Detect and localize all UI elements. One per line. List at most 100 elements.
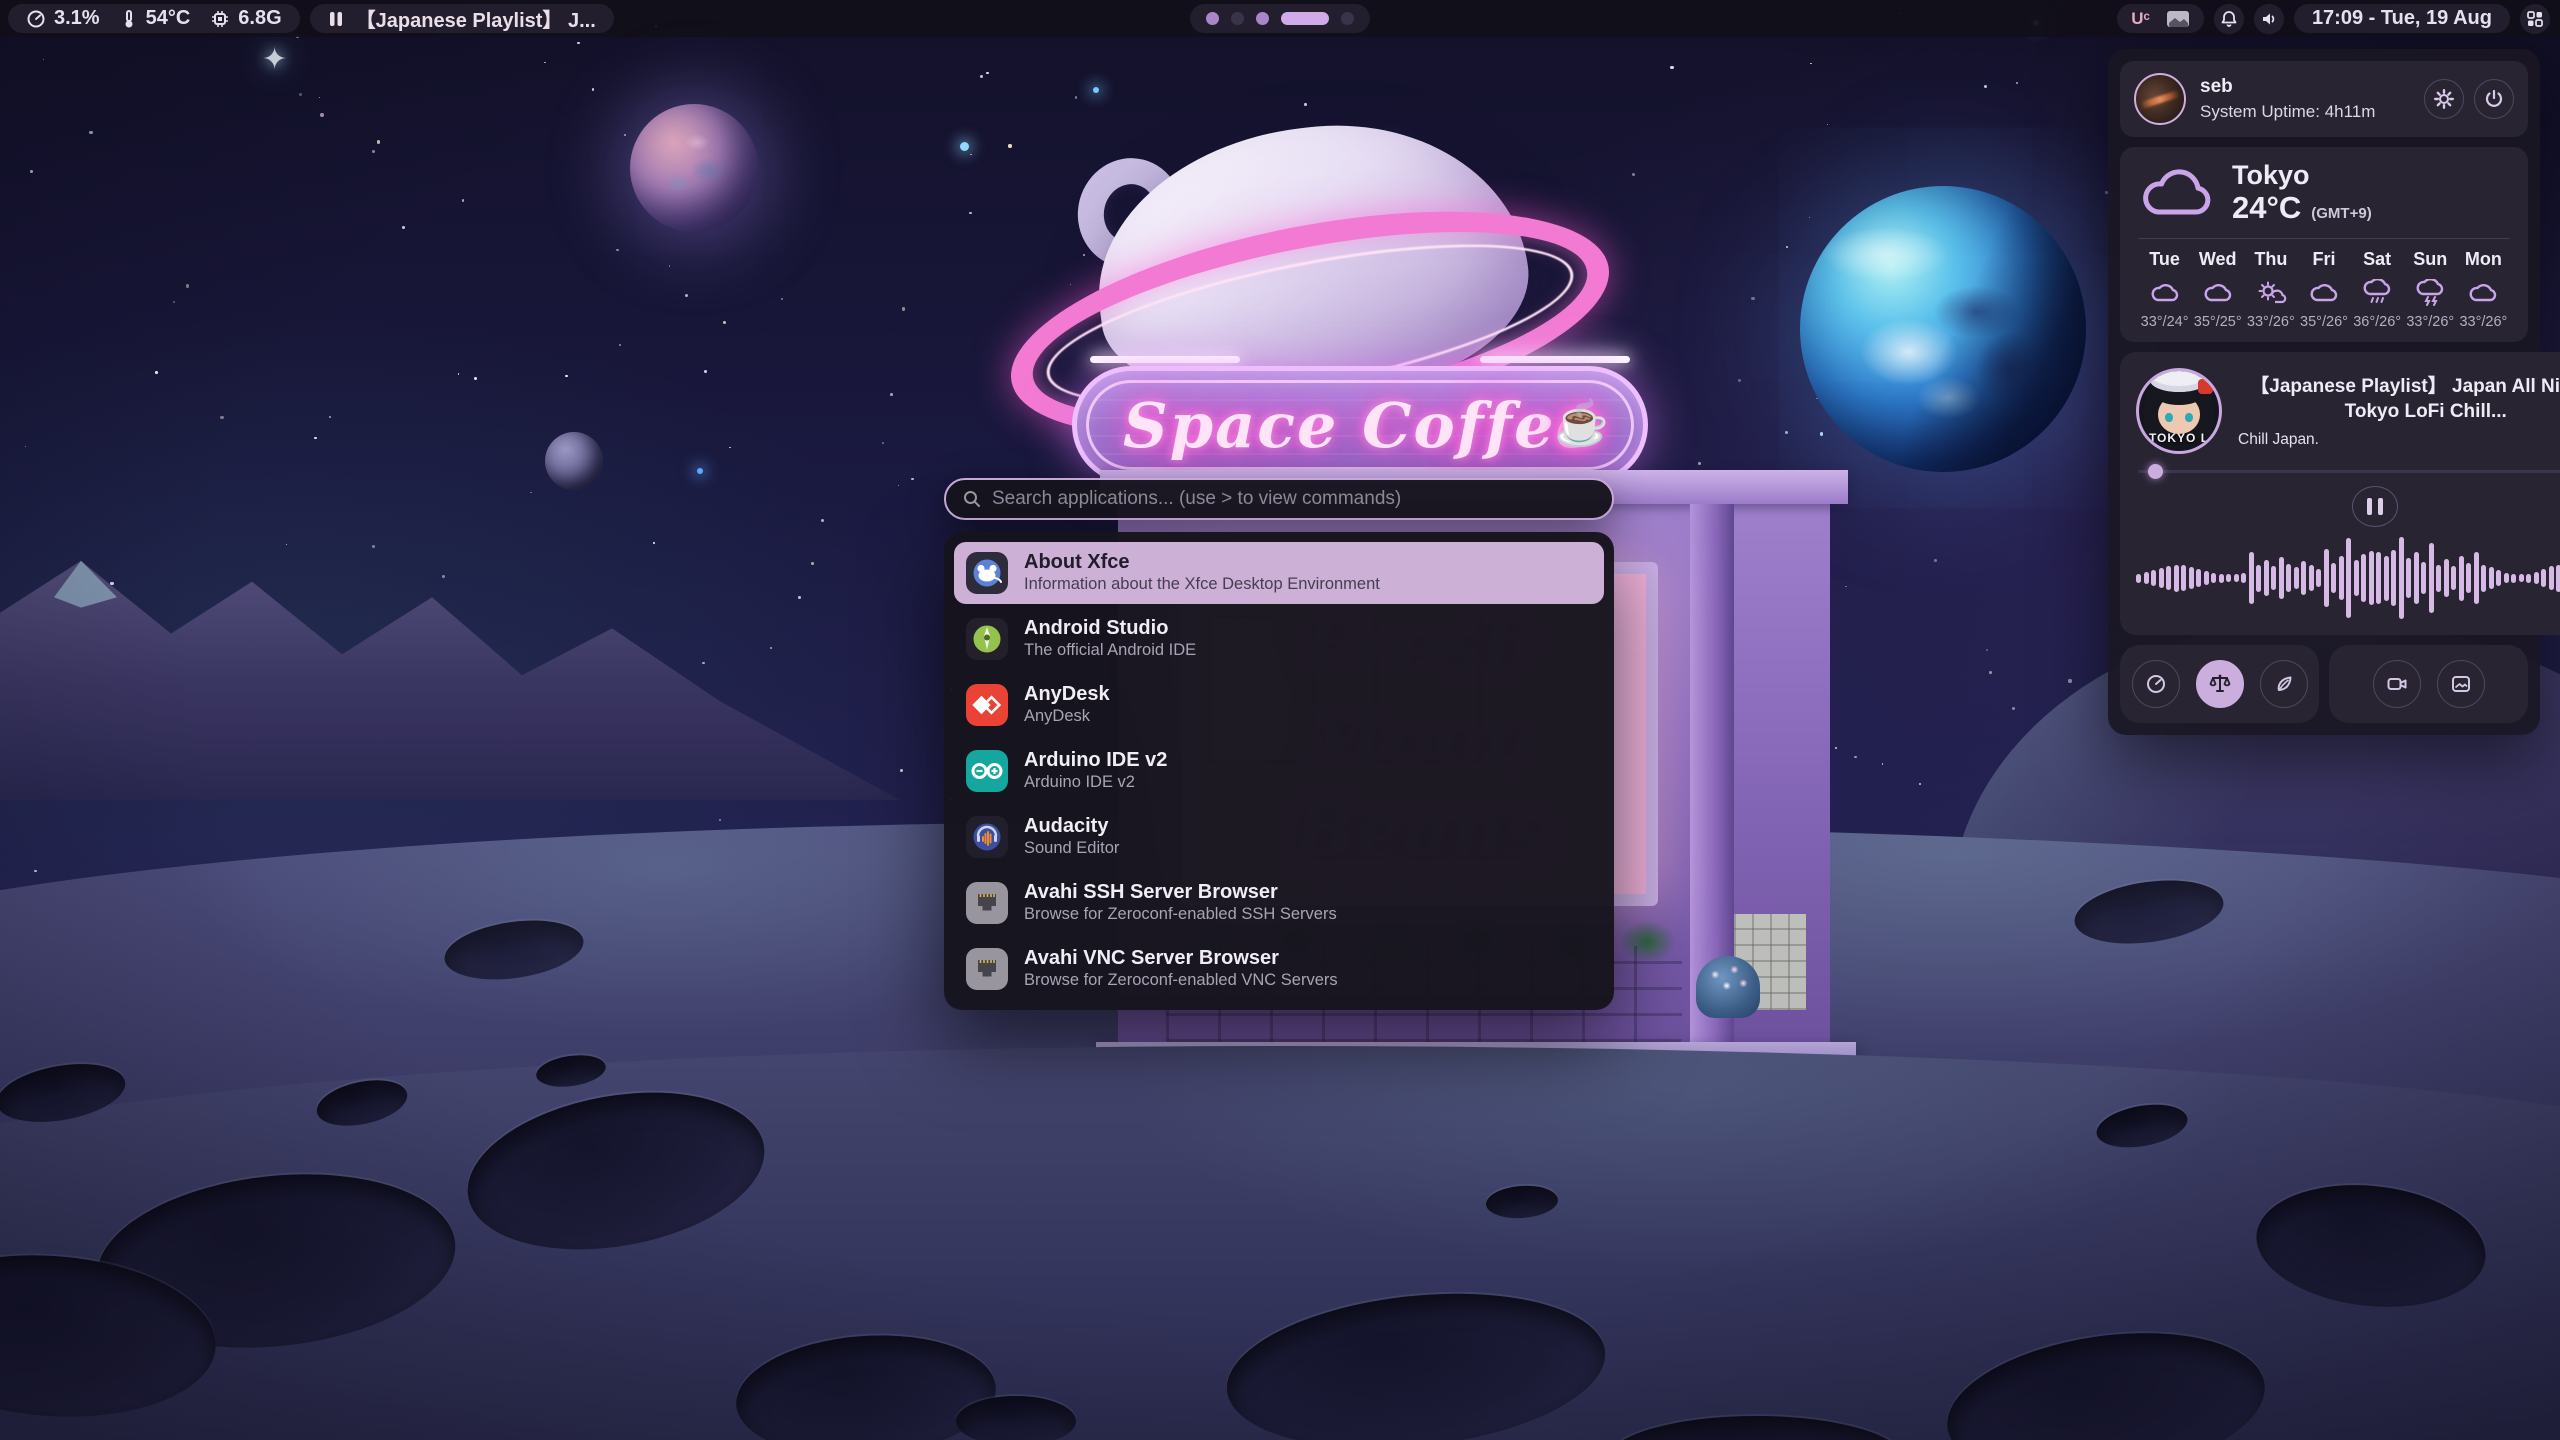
cloud-icon (2150, 281, 2180, 303)
workspace-indicator[interactable] (1190, 4, 1370, 33)
settings-button[interactable] (2424, 79, 2464, 119)
album-caption: TOKYO L (2139, 431, 2219, 445)
forecast-day: Sat (2351, 249, 2404, 270)
app-description: Sound Editor (1024, 840, 1119, 857)
android-studio-icon (966, 618, 1008, 660)
audio-visualizer (2136, 533, 2560, 623)
app-description: The official Android IDE (1024, 642, 1196, 659)
clock-text: 17:09 - Tue, 19 Aug (2312, 7, 2492, 30)
forecast-temps: 33°/24° (2138, 314, 2191, 330)
app-name: About Xfce (1024, 552, 1380, 573)
app-row-anydesk[interactable]: AnyDesk AnyDesk (954, 674, 1604, 736)
app-row-avahi-vnc[interactable]: Avahi VNC Server Browser Browse for Zero… (954, 938, 1604, 1000)
forecast-day: Thu (2244, 249, 2297, 270)
app-row-arduino[interactable]: Arduino IDE v2 Arduino IDE v2 (954, 740, 1604, 802)
power-button[interactable] (2474, 79, 2514, 119)
system-uptime: System Uptime: 4h11m (2200, 102, 2375, 122)
flower-bush (1696, 956, 1760, 1046)
chip-icon (210, 9, 230, 29)
app-name: Audacity (1024, 816, 1119, 837)
screen-record-button[interactable] (2373, 660, 2421, 708)
tray-pill[interactable]: Uᶜ (2117, 4, 2204, 33)
notifications-button[interactable] (2214, 4, 2244, 34)
app-row-about-xfce[interactable]: About Xfce Information about the Xfce De… (954, 542, 1604, 604)
forecast-temps: 35°/25° (2191, 314, 2244, 330)
dashboard-button[interactable] (2520, 4, 2550, 34)
memory-stat: 6.8G (210, 7, 281, 30)
sun-cloud-icon (2255, 279, 2287, 305)
temp-stat: 54°C (120, 7, 191, 30)
speaker-icon (2260, 10, 2278, 28)
screenshot-button[interactable] (2437, 660, 2485, 708)
weather-temp: 24°C (2232, 190, 2301, 226)
clock[interactable]: 17:09 - Tue, 19 Aug (2294, 4, 2510, 33)
media-progress-knob[interactable] (2148, 464, 2163, 479)
play-pause-button[interactable] (2352, 486, 2398, 527)
app-name: Avahi VNC Server Browser (1024, 948, 1338, 969)
workspace-dot[interactable] (1256, 12, 1269, 25)
moon-surface-front (0, 1046, 2560, 1440)
purple-planet (630, 104, 758, 232)
volume-button[interactable] (2254, 4, 2284, 34)
balanced-mode-button[interactable] (2196, 660, 2244, 708)
media-progress-bar[interactable] (2136, 464, 2560, 476)
track-title: 【Japanese Playlist】 Japan All Night - To… (2238, 374, 2560, 425)
marquee-light (1090, 356, 1240, 363)
cpu-value: 3.1% (54, 7, 100, 30)
user-card: seb System Uptime: 4h11m (2120, 61, 2528, 137)
forecast-day: Sun (2404, 249, 2457, 270)
scales-icon (2208, 672, 2232, 696)
app-name: AnyDesk (1024, 684, 1110, 705)
media-player-card: TOKYO L 【Japanese Playlist】 Japan All Ni… (2120, 352, 2560, 635)
workspace-dot[interactable] (1206, 12, 1219, 25)
forecast-temps: 33°/26° (2404, 314, 2457, 330)
weather-card: Tokyo 24°C (GMT+9) Tue Wed Thu Fri Sat S… (2120, 147, 2528, 342)
workspace-dot[interactable] (1231, 12, 1244, 25)
arduino-icon (966, 750, 1008, 792)
app-name: Android Studio (1024, 618, 1196, 639)
app-row-android-studio[interactable]: Android Studio The official Android IDE (954, 608, 1604, 670)
control-panel: seb System Uptime: 4h11m Tokyo 24°C (2108, 49, 2540, 735)
app-name: Avahi SSH Server Browser (1024, 882, 1337, 903)
workspace-dot[interactable] (1281, 12, 1329, 25)
small-moon (545, 432, 603, 490)
power-icon (2483, 88, 2505, 110)
bell-icon (2220, 10, 2238, 28)
performance-mode-button[interactable] (2132, 660, 2180, 708)
quick-settings-dock (2120, 645, 2319, 723)
coffee-cup-icon: ☕ (1554, 397, 1609, 449)
launcher-search[interactable] (944, 478, 1614, 520)
workspace-dot[interactable] (1341, 12, 1354, 25)
search-input[interactable] (992, 488, 1596, 510)
app-description: Information about the Xfce Desktop Envir… (1024, 576, 1380, 593)
forecast-day: Tue (2138, 249, 2191, 270)
app-description: AnyDesk (1024, 708, 1110, 725)
cpu-stat: 3.1% (26, 7, 100, 30)
system-stats-pill[interactable]: 3.1% 54°C 6.8G (8, 4, 300, 33)
avatar[interactable] (2134, 73, 2186, 125)
earth-planet (1800, 186, 2086, 472)
storm-cloud-icon (2415, 279, 2445, 306)
weather-city: Tokyo (2232, 161, 2372, 190)
eco-mode-button[interactable] (2260, 660, 2308, 708)
album-art[interactable]: TOKYO L (2136, 368, 2222, 454)
image-icon (2449, 672, 2473, 696)
cloud-icon (2468, 281, 2498, 303)
app-row-audacity[interactable]: Audacity Sound Editor (954, 806, 1604, 868)
video-camera-icon (2385, 672, 2409, 696)
now-playing-pill[interactable]: 【Japanese Playlist】 J... (310, 4, 614, 33)
divider (2138, 238, 2510, 239)
app-launcher: About Xfce Information about the Xfce De… (944, 478, 1614, 1010)
app-row-avahi-ssh[interactable]: Avahi SSH Server Browser Browse for Zero… (954, 872, 1604, 934)
rain-cloud-icon (2362, 279, 2392, 306)
anydesk-icon (966, 684, 1008, 726)
neon-sign: Space Coffee ☕ (1072, 366, 1648, 484)
app-name: Arduino IDE v2 (1024, 750, 1167, 771)
wallpaper-icon[interactable] (2166, 10, 2190, 28)
now-playing-title: 【Japanese Playlist】 J... (356, 4, 596, 33)
audacity-icon (966, 816, 1008, 858)
cloud-icon (2309, 281, 2339, 303)
forecast-temps: 33°/26° (2244, 314, 2297, 330)
weather-timezone: (GMT+9) (2311, 205, 2371, 222)
avahi-icon (966, 948, 1008, 990)
